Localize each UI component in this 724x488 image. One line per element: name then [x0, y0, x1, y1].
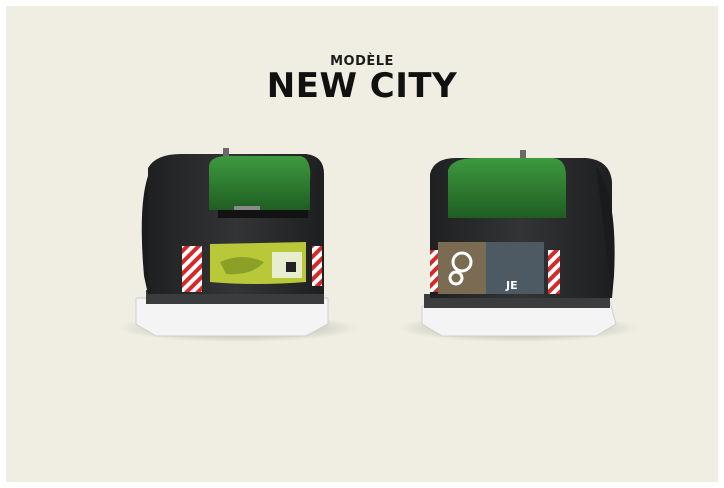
- left-bin-reflector-left: [182, 246, 202, 292]
- left-bin-slot: [218, 210, 308, 218]
- right-bin-reflector-right: [548, 250, 560, 294]
- product-frame: MODÈLE NEW CITY JE: [6, 6, 718, 482]
- left-bin-knob: [223, 148, 229, 156]
- right-bin-knob: [520, 150, 526, 158]
- right-bin-lid: [448, 158, 566, 218]
- qr-code-icon: [286, 262, 296, 272]
- right-bin-reflector-left: [430, 250, 438, 292]
- bins-illustration: JE: [118, 148, 638, 342]
- left-bin-reflector-right: [312, 246, 322, 286]
- left-bin-side: [141, 176, 148, 294]
- right-bin: JE: [398, 150, 638, 342]
- left-bin: [118, 148, 358, 342]
- right-bin-panel-text: JE: [505, 279, 518, 292]
- left-bin-handle: [234, 206, 260, 210]
- right-bin-panel-photo-left: [438, 242, 486, 294]
- left-bin-lid: [209, 156, 311, 210]
